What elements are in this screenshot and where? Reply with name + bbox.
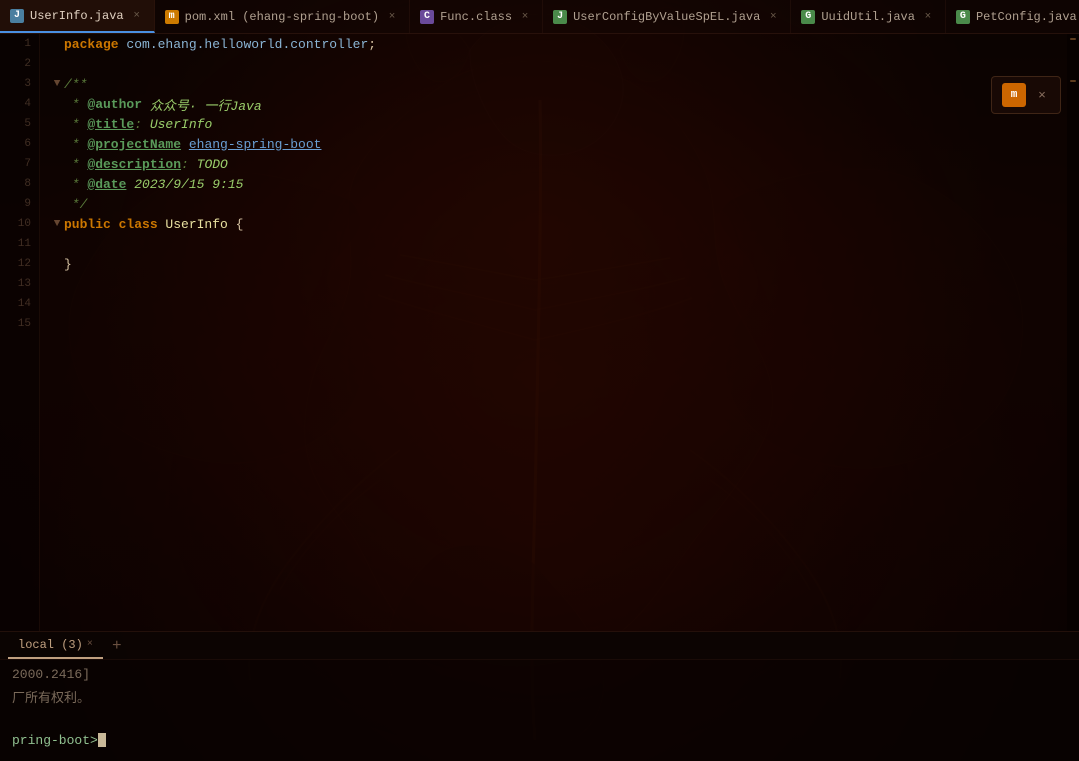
fold-3[interactable]: ▼ — [50, 78, 64, 90]
tab-func-class[interactable]: C Func.class × — [410, 0, 543, 33]
terminal-output: 2000.2416] 厂所有权利。 pring-boot> — [0, 660, 1079, 761]
close-tab-pom[interactable]: × — [385, 10, 399, 24]
line-num-13: 13 — [0, 274, 39, 294]
tab-label-userinfo: UserInfo.java — [30, 9, 124, 23]
editor-main: 1 2 3 4 5 6 7 8 9 10 11 12 13 14 15 pack… — [0, 34, 1079, 631]
fold-10[interactable]: ▼ — [50, 218, 64, 230]
terminal-line-4: pring-boot> — [12, 730, 1067, 750]
terminal-add-button[interactable]: + — [107, 636, 127, 656]
fold-5 — [50, 118, 64, 130]
fold-8 — [50, 178, 64, 190]
terminal-tab-bar: local (3) × + — [0, 632, 1079, 660]
bottom-panel: local (3) × + 2000.2416] 厂所有权利。 pring-bo… — [0, 631, 1079, 761]
mps-notification: m × — [991, 76, 1061, 114]
close-tab-spel[interactable]: × — [766, 10, 780, 24]
line-num-9: 9 — [0, 194, 39, 214]
java-pet-icon: G — [956, 10, 970, 24]
terminal-line-1: 2000.2416] — [12, 664, 1067, 684]
tab-label-pom: pom.xml (ehang-spring-boot) — [185, 10, 379, 24]
line-num-8: 8 — [0, 174, 39, 194]
code-line-9: */ — [50, 194, 1079, 214]
code-line-10: ▼ public class UserInfo { — [50, 214, 1079, 234]
tab-label-func: Func.class — [440, 10, 512, 24]
scroll-mark-1 — [1070, 38, 1076, 40]
code-line-4: * @author 众众号· 一行Java — [50, 94, 1079, 114]
tab-uuid-util[interactable]: G UuidUtil.java × — [791, 0, 946, 33]
tab-label-spel: UserConfigByValueSpEL.java — [573, 10, 760, 24]
code-line-3: ▼ /** — [50, 74, 1079, 94]
line-num-14: 14 — [0, 294, 39, 314]
tab-bar: J UserInfo.java × m pom.xml (ehang-sprin… — [0, 0, 1079, 34]
tab-label-uuid: UuidUtil.java — [821, 10, 915, 24]
mps-close-button[interactable]: × — [1034, 87, 1050, 103]
close-tab-uuid[interactable]: × — [921, 10, 935, 24]
terminal-line-2: 厂所有权利。 — [12, 686, 1067, 706]
code-editor[interactable]: package com.ehang.helloworld.controller;… — [40, 34, 1079, 631]
java-uuid-icon: G — [801, 10, 815, 24]
line-num-15: 15 — [0, 314, 39, 334]
code-line-8: * @date 2023/9/15 9:15 — [50, 174, 1079, 194]
mps-icon: m — [1002, 83, 1026, 107]
code-line-6: * @projectName ehang-spring-boot — [50, 134, 1079, 154]
line-num-4: 4 — [0, 94, 39, 114]
line-num-11: 11 — [0, 234, 39, 254]
terminal-cursor — [98, 733, 106, 747]
fold-4 — [50, 98, 64, 110]
xml-file-icon: m — [165, 10, 179, 24]
line-num-6: 6 — [0, 134, 39, 154]
fold-9 — [50, 198, 64, 210]
tab-pet-config[interactable]: G PetConfig.java × — [946, 0, 1079, 33]
java-spel-icon: J — [553, 10, 567, 24]
code-line-2 — [50, 54, 1079, 74]
code-line-1: package com.ehang.helloworld.controller; — [50, 34, 1079, 54]
fold-2[interactable] — [50, 58, 64, 70]
code-line-12: } — [50, 254, 1079, 274]
terminal-tab-close[interactable]: × — [87, 639, 93, 650]
code-line-7: * @description: TODO — [50, 154, 1079, 174]
close-tab-func[interactable]: × — [518, 10, 532, 24]
tab-userinfo-java[interactable]: J UserInfo.java × — [0, 0, 155, 33]
code-line-5: * @title: UserInfo — [50, 114, 1079, 134]
line-num-12: 12 — [0, 254, 39, 274]
line-num-5: 5 — [0, 114, 39, 134]
tab-userconfig-spel[interactable]: J UserConfigByValueSpEL.java × — [543, 0, 791, 33]
line-num-7: 7 — [0, 154, 39, 174]
fold-6 — [50, 138, 64, 150]
terminal-tab-label: local (3) — [18, 638, 83, 652]
fold-11 — [50, 238, 64, 250]
tab-label-pet: PetConfig.java — [976, 10, 1077, 24]
fold-12 — [50, 258, 64, 270]
scroll-mark-2 — [1070, 80, 1076, 82]
close-tab-userinfo[interactable]: × — [130, 9, 144, 23]
java-file-icon: J — [10, 9, 24, 23]
line-num-10: 10 — [0, 214, 39, 234]
fold-7 — [50, 158, 64, 170]
editor-scrollbar[interactable] — [1067, 34, 1079, 631]
line-num-1: 1 — [0, 34, 39, 54]
class-file-icon: C — [420, 10, 434, 24]
terminal-tab-local3[interactable]: local (3) × — [8, 632, 103, 659]
fold-1[interactable] — [50, 38, 64, 50]
tab-pom-xml[interactable]: m pom.xml (ehang-spring-boot) × — [155, 0, 410, 33]
terminal-line-3 — [12, 708, 1067, 728]
code-line-11 — [50, 234, 1079, 254]
line-num-3: 3 — [0, 74, 39, 94]
line-numbers: 1 2 3 4 5 6 7 8 9 10 11 12 13 14 15 — [0, 34, 40, 631]
line-num-2: 2 — [0, 54, 39, 74]
